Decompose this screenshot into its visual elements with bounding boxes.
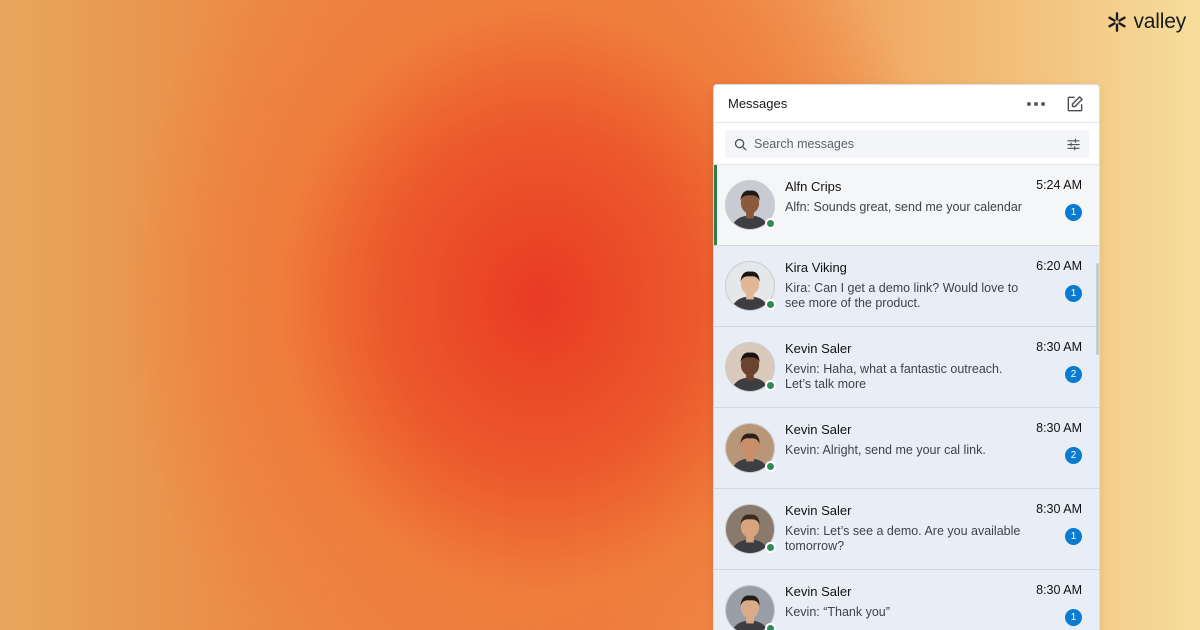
search-bar: [714, 123, 1099, 165]
contact-name: Kevin Saler: [785, 503, 852, 518]
scrollbar[interactable]: [1096, 263, 1099, 355]
conversation-body: Kira Viking Kira: Can I get a demo link?…: [775, 246, 1027, 326]
conversation-item[interactable]: Alfn Crips Alfn: Sounds great, send me y…: [714, 165, 1099, 246]
online-status-indicator: [765, 299, 776, 310]
conversation-item[interactable]: Kira Viking Kira: Can I get a demo link?…: [714, 246, 1099, 327]
filter-sliders-icon[interactable]: [1066, 137, 1081, 152]
message-time: 8:30 AM: [1036, 340, 1082, 354]
panel-header: Messages: [714, 85, 1099, 123]
conversation-list: Alfn Crips Alfn: Sounds great, send me y…: [714, 165, 1099, 630]
avatar-container: [725, 423, 776, 473]
conversation-body: Kevin Saler Kevin: Haha, what a fantasti…: [775, 327, 1027, 407]
unread-badge: 1: [1065, 204, 1082, 221]
conversation-meta: 6:20 AM 1: [1027, 246, 1099, 326]
message-preview: Kevin: Let’s see a demo. Are you availab…: [785, 524, 1021, 553]
message-time: 8:30 AM: [1036, 502, 1082, 516]
message-preview: Alfn: Sounds great, send me your calenda…: [785, 200, 1022, 214]
online-status-indicator: [765, 218, 776, 229]
conversation-item[interactable]: Kevin Saler Kevin: Let’s see a demo. Are…: [714, 489, 1099, 570]
header-actions: [1027, 94, 1085, 114]
message-preview: Kevin: Haha, what a fantastic outreach. …: [785, 362, 1003, 391]
conversation-body: Kevin Saler Kevin: Alright, send me your…: [775, 408, 1027, 488]
avatar-container: [725, 504, 776, 554]
unread-badge: 1: [1065, 609, 1082, 626]
conversation-body: Kevin Saler Kevin: “Thank you”: [775, 570, 1027, 630]
online-status-indicator: [765, 623, 776, 630]
conversation-meta: 8:30 AM 1: [1027, 570, 1099, 630]
conversation-body: Alfn Crips Alfn: Sounds great, send me y…: [775, 165, 1027, 245]
avatar-container: [725, 261, 776, 311]
asterisk-logo-icon: [1107, 12, 1126, 32]
avatar-container: [725, 342, 776, 392]
unread-badge: 2: [1065, 447, 1082, 464]
conversation-meta: 8:30 AM 2: [1027, 408, 1099, 488]
contact-name: Kevin Saler: [785, 341, 852, 356]
unread-badge: 2: [1065, 366, 1082, 383]
message-time: 5:24 AM: [1036, 178, 1082, 192]
message-time: 6:20 AM: [1036, 259, 1082, 273]
conversation-item[interactable]: Kevin Saler Kevin: “Thank you” 8:30 AM 1: [714, 570, 1099, 630]
panel-title: Messages: [728, 96, 788, 111]
conversation-meta: 5:24 AM 1: [1027, 165, 1099, 245]
more-horizontal-icon[interactable]: [1027, 101, 1045, 106]
avatar-container: [725, 180, 776, 230]
message-preview: Kevin: “Thank you”: [785, 605, 890, 619]
message-time: 8:30 AM: [1036, 583, 1082, 597]
conversation-item[interactable]: Kevin Saler Kevin: Haha, what a fantasti…: [714, 327, 1099, 408]
contact-name: Kevin Saler: [785, 584, 852, 599]
online-status-indicator: [765, 542, 776, 553]
contact-name: Kevin Saler: [785, 422, 852, 437]
avatar-container: [725, 585, 776, 630]
contact-name: Kira Viking: [785, 260, 847, 275]
message-preview: Kevin: Alright, send me your cal link.: [785, 443, 986, 457]
conversation-item[interactable]: Kevin Saler Kevin: Alright, send me your…: [714, 408, 1099, 489]
brand-name: valley: [1133, 10, 1187, 33]
search-icon: [734, 138, 747, 150]
search-input[interactable]: [754, 137, 1066, 151]
contact-name: Alfn Crips: [785, 179, 842, 194]
search-box[interactable]: [725, 130, 1089, 158]
conversation-meta: 8:30 AM 2: [1027, 327, 1099, 407]
conversation-body: Kevin Saler Kevin: Let’s see a demo. Are…: [775, 489, 1027, 569]
message-time: 8:30 AM: [1036, 421, 1082, 435]
online-status-indicator: [765, 380, 776, 391]
brand-logo: valley: [1106, 10, 1187, 34]
online-status-indicator: [765, 461, 776, 472]
conversation-meta: 8:30 AM 1: [1027, 489, 1099, 569]
compose-icon[interactable]: [1065, 94, 1085, 114]
unread-badge: 1: [1065, 285, 1082, 302]
unread-badge: 1: [1065, 528, 1082, 545]
messages-panel: Messages Search messages Alfn Crips Alfn…: [713, 84, 1100, 630]
message-preview: Kira: Can I get a demo link? Would love …: [785, 281, 1019, 310]
